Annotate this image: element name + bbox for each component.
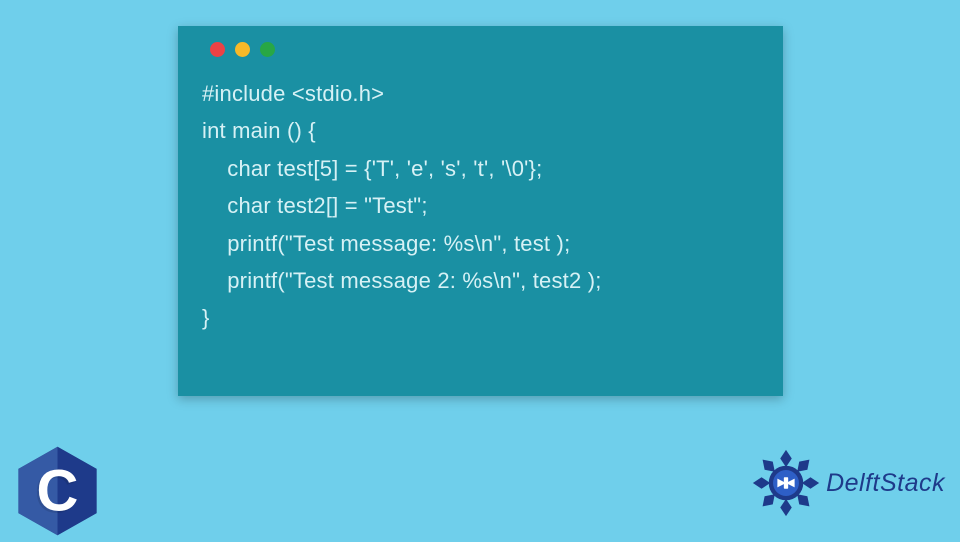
code-line: printf("Test message: %s\n", test ); [202,231,570,256]
code-line: int main () { [202,118,316,143]
minimize-dot-icon [235,42,250,57]
delftstack-emblem-icon [750,447,822,519]
code-block: #include <stdio.h> int main () { char te… [202,75,759,337]
c-letter-label: C [37,458,79,525]
code-line: char test2[] = "Test"; [202,193,428,218]
window-traffic-lights [210,42,759,57]
c-language-logo: C [15,445,100,537]
footer-logos: C DelftStack [0,450,960,540]
code-line: } [202,305,210,330]
maximize-dot-icon [260,42,275,57]
code-line: char test[5] = {'T', 'e', 's', 't', '\0'… [202,156,542,181]
delftstack-logo: DelftStack [750,447,945,519]
close-dot-icon [210,42,225,57]
code-line: printf("Test message 2: %s\n", test2 ); [202,268,602,293]
code-line: #include <stdio.h> [202,81,384,106]
brand-name-label: DelftStack [826,469,945,498]
code-window: #include <stdio.h> int main () { char te… [178,26,783,396]
